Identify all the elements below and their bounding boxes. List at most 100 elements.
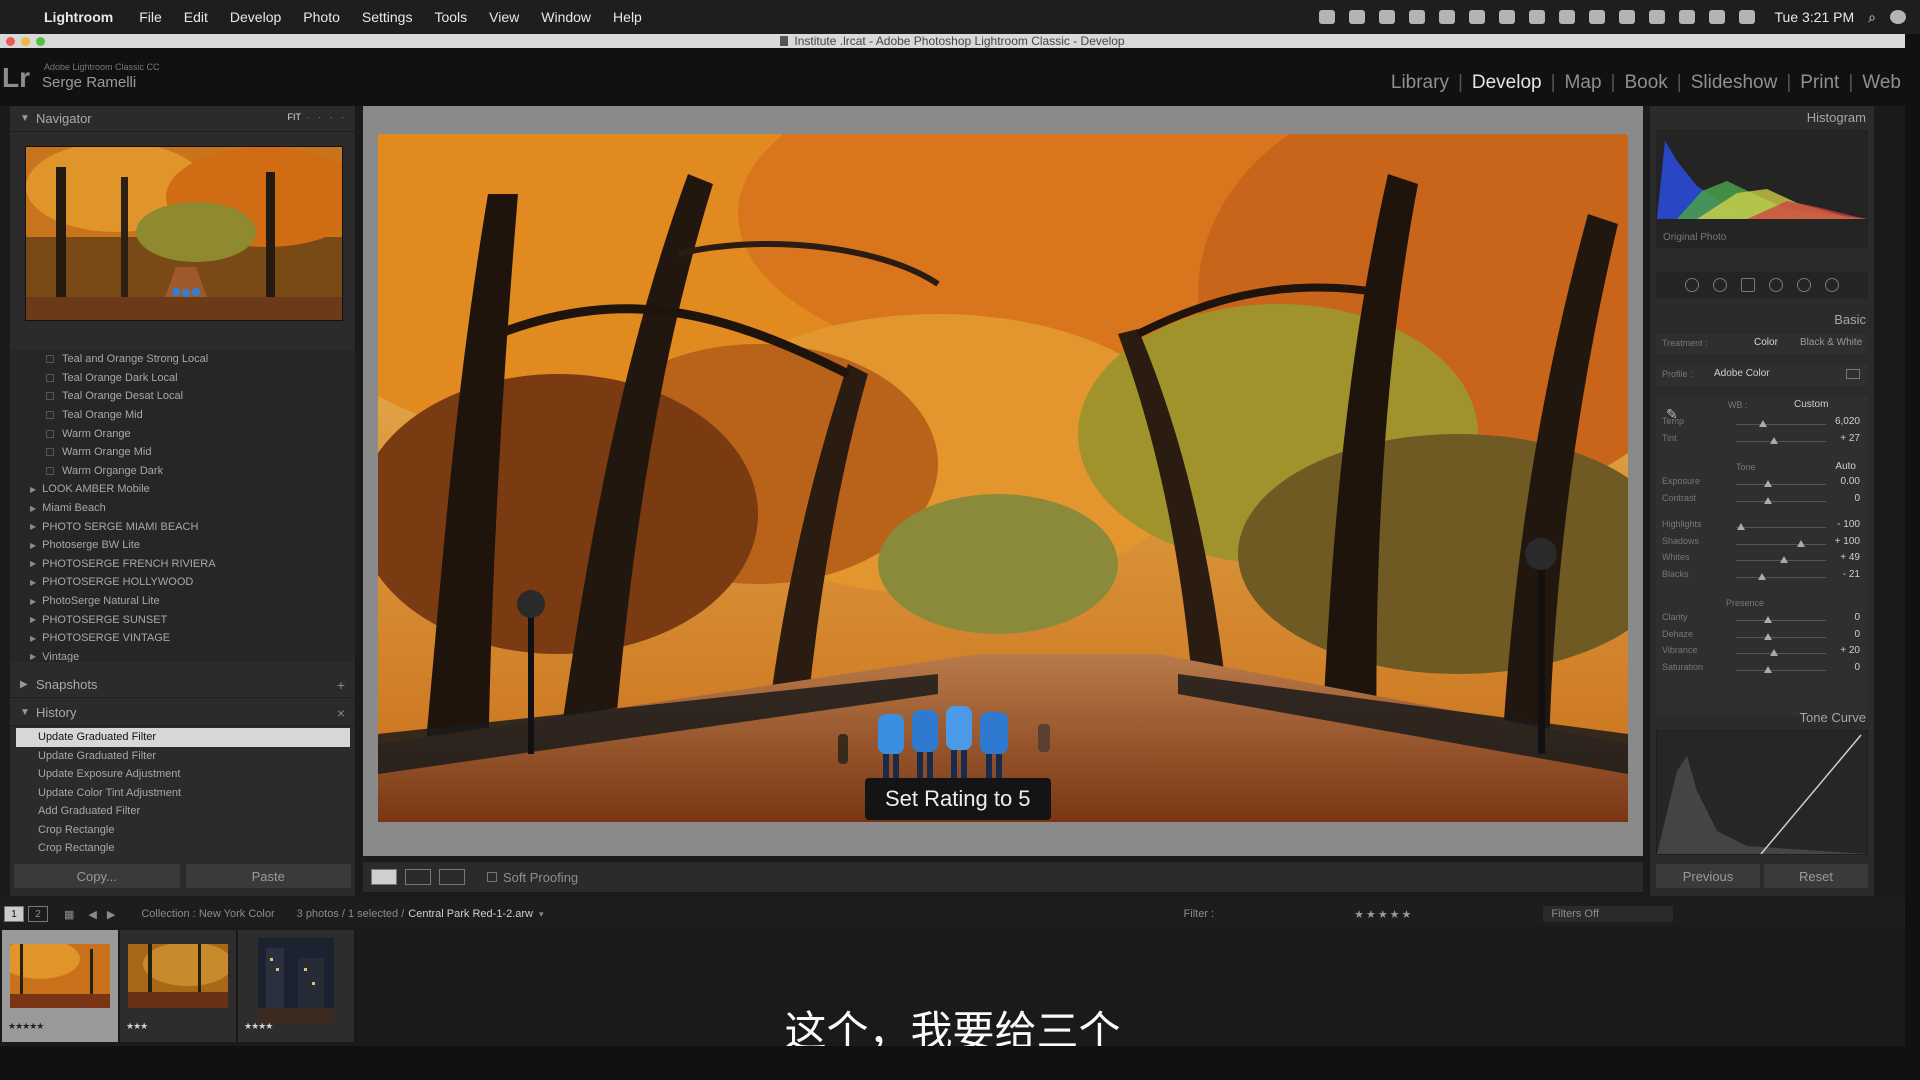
history-item[interactable]: Update Color Tint Adjustment xyxy=(16,784,350,803)
filename-dropdown-icon[interactable]: ▾ xyxy=(539,909,544,920)
collapse-triangle-icon[interactable]: ▼ xyxy=(20,707,30,718)
histogram-title[interactable]: Histogram xyxy=(1807,110,1866,125)
window-scrollbar[interactable] xyxy=(1905,34,1920,1046)
crop-tool-icon[interactable] xyxy=(1685,278,1699,292)
snapshots-header[interactable]: ▶ Snapshots + xyxy=(10,672,355,698)
slider-knob[interactable] xyxy=(1764,632,1773,640)
paste-button[interactable]: Paste xyxy=(185,864,351,888)
preset-item[interactable]: ▶ PHOTOSERGE HOLLYWOOD xyxy=(10,573,355,592)
status-icon[interactable] xyxy=(1318,10,1335,24)
original-photo-label[interactable]: Original Photo xyxy=(1663,232,1726,243)
slider-knob[interactable] xyxy=(1769,649,1778,656)
slider-value[interactable]: 0.00 xyxy=(1841,476,1860,487)
collection-source[interactable]: Collection : New York Color xyxy=(141,908,274,920)
expand-triangle-icon[interactable]: ▶ xyxy=(20,679,28,690)
reset-button[interactable]: Reset xyxy=(1764,864,1868,888)
preset-item[interactable]: Teal Orange Mid xyxy=(10,406,355,425)
slider-value[interactable]: - 100 xyxy=(1837,519,1860,530)
status-icon[interactable] xyxy=(1468,10,1485,24)
preset-item[interactable]: Teal and Orange Strong Local xyxy=(10,350,355,369)
slider-value[interactable]: + 27 xyxy=(1840,433,1860,444)
spot-removal-icon[interactable] xyxy=(1713,278,1727,292)
treatment-bw-option[interactable]: Black & White xyxy=(1800,337,1862,348)
clear-history-icon[interactable]: × xyxy=(337,705,345,721)
flag-icon[interactable] xyxy=(1738,10,1755,24)
bluetooth-icon[interactable] xyxy=(1618,10,1635,24)
module-library[interactable]: Library xyxy=(1382,72,1458,94)
minimize-window-button[interactable] xyxy=(21,37,30,46)
time-machine-icon[interactable] xyxy=(1648,10,1665,24)
selected-filename[interactable]: Central Park Red-1-2.arw xyxy=(408,908,533,920)
filters-dropdown[interactable]: Filters Off xyxy=(1543,906,1674,922)
preset-item[interactable]: ▶ PHOTO SERGE MIAMI BEACH xyxy=(10,517,355,536)
collapse-triangle-icon[interactable]: ▼ xyxy=(20,113,30,124)
slider-track[interactable] xyxy=(1736,543,1826,545)
status-icon[interactable] xyxy=(1558,10,1575,24)
slider-track[interactable] xyxy=(1736,669,1826,671)
slider-knob[interactable] xyxy=(1764,496,1773,504)
preset-item[interactable]: ▶ PHOTOSERGE VINTAGE xyxy=(10,629,355,648)
slider-knob[interactable] xyxy=(1758,572,1767,580)
main-window-button[interactable]: 1 xyxy=(4,906,24,922)
menu-view[interactable]: View xyxy=(489,9,519,25)
slider-track[interactable] xyxy=(1736,620,1826,621)
preset-item[interactable]: Warm Organge Dark xyxy=(10,462,355,481)
loupe-view-button[interactable] xyxy=(371,869,397,885)
slider-value[interactable]: 6,020 xyxy=(1835,416,1860,427)
history-item[interactable]: Update Exposure Adjustment xyxy=(16,765,350,784)
history-header[interactable]: ▼ History × xyxy=(10,700,355,726)
menu-tools[interactable]: Tools xyxy=(434,9,467,25)
slider-knob[interactable] xyxy=(1764,665,1773,673)
slider-track[interactable] xyxy=(1736,653,1826,654)
preset-item[interactable]: ▶ PHOTOSERGE SUNSET xyxy=(10,610,355,629)
preset-item[interactable]: Warm Orange xyxy=(10,424,355,443)
red-eye-icon[interactable] xyxy=(1741,278,1755,292)
slider-value[interactable]: - 21 xyxy=(1843,569,1860,580)
slider-track[interactable] xyxy=(1736,576,1826,578)
display-icon[interactable] xyxy=(1498,10,1515,24)
spotlight-search-icon[interactable]: ⌕ xyxy=(1868,9,1876,26)
menu-clock[interactable]: Tue 3:21 PM xyxy=(1775,9,1855,25)
before-after-button[interactable] xyxy=(405,869,431,885)
slider-vibrance[interactable]: Vibrance + 20 xyxy=(1656,645,1868,662)
slider-knob[interactable] xyxy=(1759,420,1767,427)
slider-value[interactable]: + 20 xyxy=(1840,645,1860,656)
slider-track[interactable] xyxy=(1736,636,1826,638)
module-map[interactable]: Map xyxy=(1556,72,1611,94)
tone-curve-graph[interactable] xyxy=(1656,730,1868,855)
menu-edit[interactable]: Edit xyxy=(184,9,208,25)
navigator-zoom-modes[interactable]: FIT · · · · xyxy=(288,112,348,122)
slider-temp[interactable]: Temp 6,020 xyxy=(1656,416,1868,433)
history-item[interactable]: Update Graduated Filter xyxy=(16,728,350,747)
treatment-color-option[interactable]: Color xyxy=(1754,337,1778,348)
adjustment-brush-icon[interactable] xyxy=(1825,278,1839,292)
menu-help[interactable]: Help xyxy=(613,9,642,25)
preset-item[interactable]: ▶ PhotoSerge Natural Lite xyxy=(10,592,355,611)
slider-blacks[interactable]: Blacks - 21 xyxy=(1656,569,1868,586)
history-item[interactable]: Crop Rectangle xyxy=(16,821,350,840)
airplay-icon[interactable] xyxy=(1708,10,1725,24)
before-after-split-button[interactable] xyxy=(439,869,465,885)
status-icon[interactable] xyxy=(1408,10,1425,24)
slider-value[interactable]: + 49 xyxy=(1840,552,1860,563)
preset-item[interactable]: ▶ Vintage xyxy=(10,648,355,662)
module-print[interactable]: Print xyxy=(1791,72,1848,94)
wb-dropdown[interactable]: Custom xyxy=(1794,399,1828,410)
photo-canvas[interactable] xyxy=(378,134,1628,822)
preset-item[interactable]: ▶ PHOTOSERGE FRENCH RIVIERA xyxy=(10,555,355,574)
slider-value[interactable]: 0 xyxy=(1854,662,1860,673)
slider-value[interactable]: 0 xyxy=(1854,612,1860,623)
dropbox-icon[interactable] xyxy=(1438,10,1455,24)
menu-develop[interactable]: Develop xyxy=(230,9,281,25)
module-web[interactable]: Web xyxy=(1853,72,1910,94)
star-filter-icon[interactable]: ★★★★★ xyxy=(1354,908,1413,921)
slider-saturation[interactable]: Saturation 0 xyxy=(1656,662,1868,679)
slider-value[interactable]: 0 xyxy=(1854,493,1860,504)
slider-track[interactable] xyxy=(1736,500,1826,502)
slider-value[interactable]: 0 xyxy=(1854,629,1860,640)
slider-knob[interactable] xyxy=(1736,523,1745,530)
slider-knob[interactable] xyxy=(1796,539,1805,547)
slider-knob[interactable] xyxy=(1769,436,1778,444)
slider-exposure[interactable]: Exposure 0.00 xyxy=(1656,476,1868,493)
preset-item[interactable]: ▶ Photoserge BW Lite xyxy=(10,536,355,555)
